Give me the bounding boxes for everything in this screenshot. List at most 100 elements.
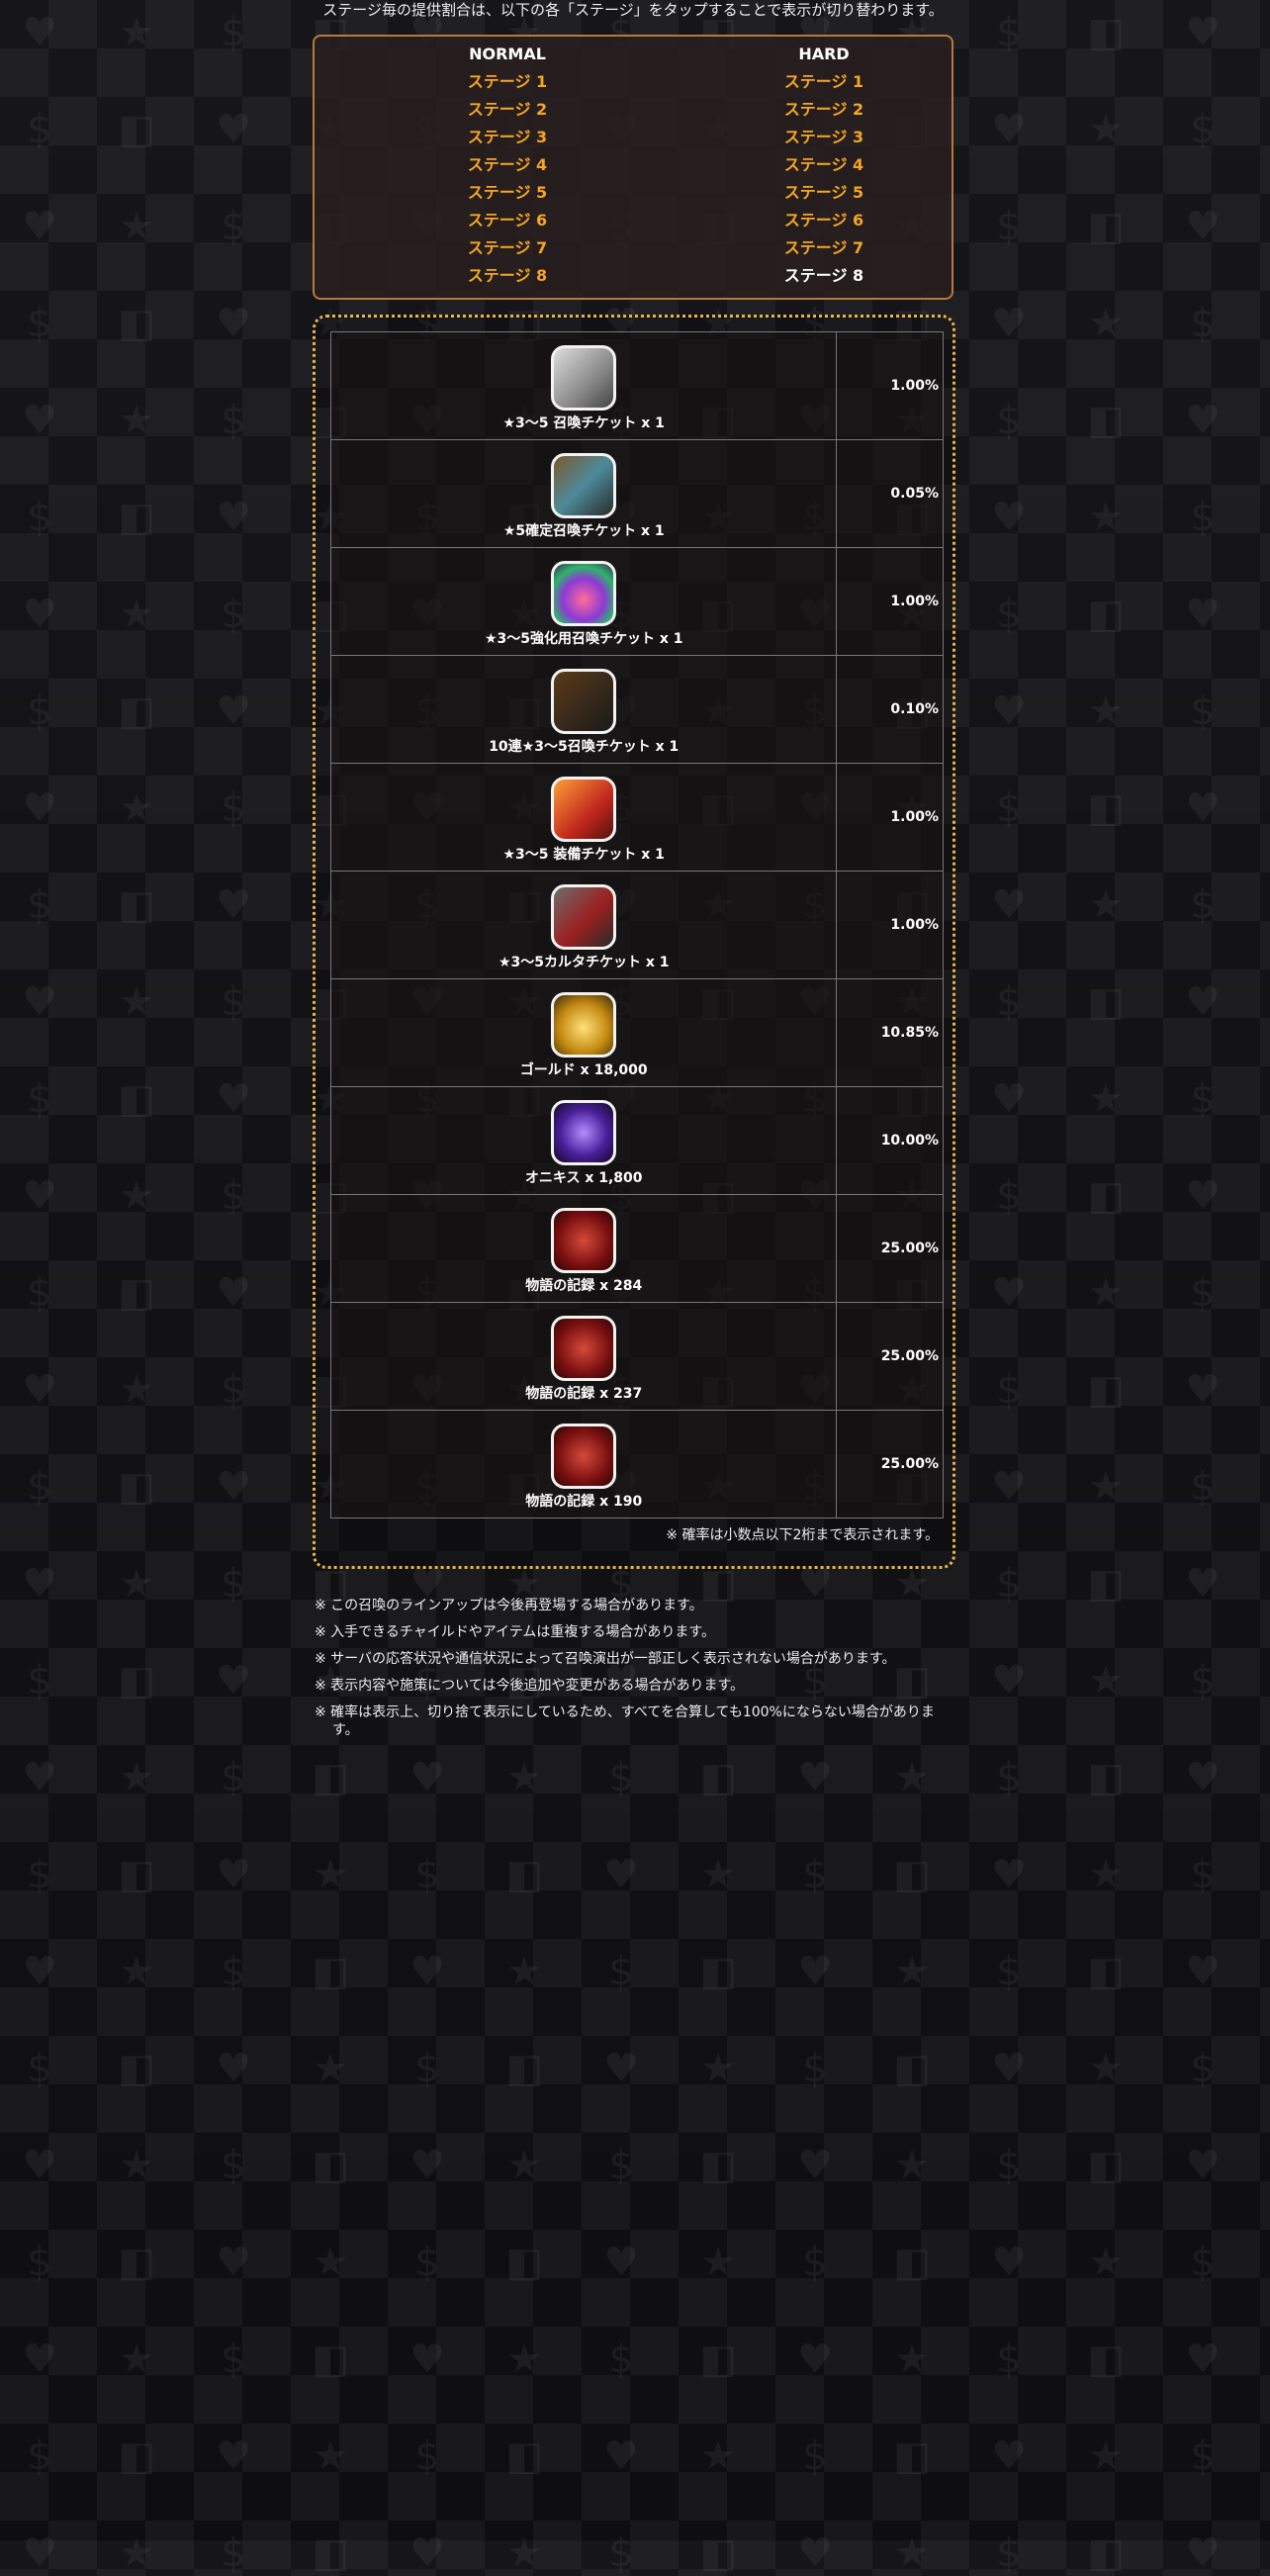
background-suit-icon: ♥ bbox=[991, 1270, 1027, 1316]
background-suit-icon: $ bbox=[221, 1755, 246, 1800]
background-suit-icon: $ bbox=[1190, 2434, 1216, 2479]
background-suit-icon: ◧ bbox=[699, 2143, 737, 2188]
hard-stage-5-link[interactable]: ステージ 5 bbox=[700, 179, 948, 207]
background-suit-icon: ★ bbox=[700, 1852, 736, 1897]
background-suit-icon: $ bbox=[27, 1076, 52, 1122]
background-suit-icon: ★ bbox=[894, 2143, 930, 2188]
hard-stage-column: HARD ステージ 1 ステージ 2 ステージ 3 ステージ 4 ステージ 5 … bbox=[700, 41, 948, 290]
item-rate: 1.00% bbox=[836, 871, 944, 979]
background-suit-icon: $ bbox=[996, 1561, 1022, 1607]
ten-summon-ticket-icon bbox=[551, 669, 617, 734]
background-suit-icon: ★ bbox=[700, 2240, 736, 2285]
background-suit-icon: ♥ bbox=[216, 301, 251, 346]
item-rate: 25.00% bbox=[836, 1302, 944, 1411]
background-suit-icon: ♥ bbox=[22, 1367, 57, 1413]
background-suit-icon: ♥ bbox=[1185, 785, 1221, 831]
background-suit-icon: ★ bbox=[894, 1755, 930, 1800]
hard-stage-1-link[interactable]: ステージ 1 bbox=[700, 68, 948, 96]
background-suit-icon: ♥ bbox=[1185, 1173, 1221, 1219]
normal-stage-4-link[interactable]: ステージ 4 bbox=[384, 151, 631, 179]
background-suit-icon: ◧ bbox=[118, 1076, 155, 1122]
enhance-summon-ticket-icon bbox=[551, 561, 617, 626]
item-name: ★3～5カルタチケット x 1 bbox=[498, 955, 670, 970]
background-suit-icon: ◧ bbox=[1087, 979, 1125, 1025]
item-name: 物語の記録 x 237 bbox=[525, 1386, 643, 1402]
background-suit-icon: $ bbox=[802, 2240, 828, 2285]
item-name: ★3～5 召喚チケット x 1 bbox=[502, 415, 665, 431]
hard-stage-8-link-selected[interactable]: ステージ 8 bbox=[700, 262, 948, 290]
hard-stage-4-link[interactable]: ステージ 4 bbox=[700, 151, 948, 179]
background-suit-icon: ♥ bbox=[22, 785, 57, 831]
background-suit-icon: ★ bbox=[894, 2530, 930, 2576]
background-suit-icon: ♥ bbox=[797, 1949, 833, 1994]
item-name: オニキス x 1,800 bbox=[524, 1170, 643, 1186]
background-suit-icon: ★ bbox=[313, 2434, 348, 2479]
background-suit-icon: $ bbox=[608, 2143, 634, 2188]
background-suit-icon: ♥ bbox=[409, 2337, 445, 2382]
background-suit-icon: $ bbox=[608, 1949, 634, 1994]
background-suit-icon: ♥ bbox=[216, 689, 251, 734]
background-suit-icon: ★ bbox=[1088, 1076, 1124, 1122]
normal-stage-6-link[interactable]: ステージ 6 bbox=[384, 207, 631, 234]
rate-row: ★3～5 召喚チケット x 1 1.00% bbox=[329, 331, 944, 440]
normal-stage-7-link[interactable]: ステージ 7 bbox=[384, 234, 631, 262]
background-suit-icon: ♥ bbox=[603, 2046, 639, 2091]
background-suit-icon: ♥ bbox=[22, 1173, 57, 1219]
hard-stage-7-link[interactable]: ステージ 7 bbox=[700, 234, 948, 262]
rate-row: 物語の記録 x 190 25.00% bbox=[329, 1410, 944, 1518]
background-suit-icon: ◧ bbox=[1087, 1173, 1125, 1219]
hard-stage-6-link[interactable]: ステージ 6 bbox=[700, 207, 948, 234]
rate-row: 10連★3～5召喚チケット x 1 0.10% bbox=[329, 655, 944, 764]
background-suit-icon: ♥ bbox=[603, 2434, 639, 2479]
equipment-ticket-icon bbox=[551, 777, 617, 842]
background-suit-icon: $ bbox=[414, 2046, 440, 2091]
hard-stage-2-link[interactable]: ステージ 2 bbox=[700, 96, 948, 124]
background-suit-icon: ♥ bbox=[991, 2046, 1027, 2091]
normal-stage-5-link[interactable]: ステージ 5 bbox=[384, 179, 631, 207]
background-suit-icon: ◧ bbox=[699, 2337, 737, 2382]
normal-stage-3-link[interactable]: ステージ 3 bbox=[384, 124, 631, 151]
background-suit-icon: ◧ bbox=[1087, 592, 1125, 637]
background-suit-icon: ★ bbox=[119, 1755, 154, 1800]
background-suit-icon: $ bbox=[221, 1367, 246, 1413]
onyx-gem-icon bbox=[551, 1100, 617, 1165]
background-suit-icon: ★ bbox=[894, 2337, 930, 2382]
background-suit-icon: ★ bbox=[1088, 301, 1124, 346]
background-suit-icon: $ bbox=[414, 2434, 440, 2479]
background-suit-icon: ★ bbox=[506, 2530, 542, 2576]
rate-table: ★3～5 召喚チケット x 1 1.00% ★5確定召喚チケット x 1 0.05% ★… bbox=[329, 331, 944, 1518]
background-suit-icon: ◧ bbox=[893, 2046, 931, 2091]
background-suit-icon: $ bbox=[1190, 495, 1216, 540]
background-suit-icon: ★ bbox=[1088, 107, 1124, 152]
background-suit-icon: $ bbox=[1190, 1852, 1216, 1897]
story-record-icon bbox=[551, 1316, 617, 1381]
item-cell: 物語の記録 x 190 bbox=[329, 1410, 838, 1518]
item-rate: 25.00% bbox=[836, 1194, 944, 1303]
normal-stage-2-link[interactable]: ステージ 2 bbox=[384, 96, 631, 124]
background-suit-icon: $ bbox=[27, 107, 52, 152]
background-suit-icon: $ bbox=[996, 398, 1022, 443]
background-suit-icon: ◧ bbox=[893, 1852, 931, 1897]
normal-stage-8-link[interactable]: ステージ 8 bbox=[384, 262, 631, 290]
background-suit-icon: $ bbox=[221, 785, 246, 831]
background-suit-icon: ♥ bbox=[991, 1852, 1027, 1897]
item-cell: 10連★3～5召喚チケット x 1 bbox=[329, 655, 838, 764]
normal-stage-1-link[interactable]: ステージ 1 bbox=[384, 68, 631, 96]
background-suit-icon: ◧ bbox=[118, 1852, 155, 1897]
item-cell: ★3～5強化用召喚チケット x 1 bbox=[329, 547, 838, 656]
background-suit-icon: ◧ bbox=[118, 2046, 155, 2091]
background-suit-icon: $ bbox=[221, 398, 246, 443]
item-name: ★3～5 装備チケット x 1 bbox=[502, 847, 665, 863]
background-suit-icon: $ bbox=[221, 2530, 246, 2576]
background-suit-icon: $ bbox=[996, 785, 1022, 831]
background-suit-icon: ♥ bbox=[22, 2143, 57, 2188]
background-suit-icon: ♥ bbox=[409, 1949, 445, 1994]
hard-stage-3-link[interactable]: ステージ 3 bbox=[700, 124, 948, 151]
background-suit-icon: ◧ bbox=[312, 2337, 349, 2382]
background-suit-icon: ★ bbox=[119, 204, 154, 249]
background-suit-icon: ◧ bbox=[1087, 785, 1125, 831]
background-suit-icon: ♥ bbox=[216, 107, 251, 152]
background-suit-icon: $ bbox=[221, 1561, 246, 1607]
background-suit-icon: ♥ bbox=[1185, 592, 1221, 637]
background-suit-icon: ★ bbox=[1088, 2046, 1124, 2091]
